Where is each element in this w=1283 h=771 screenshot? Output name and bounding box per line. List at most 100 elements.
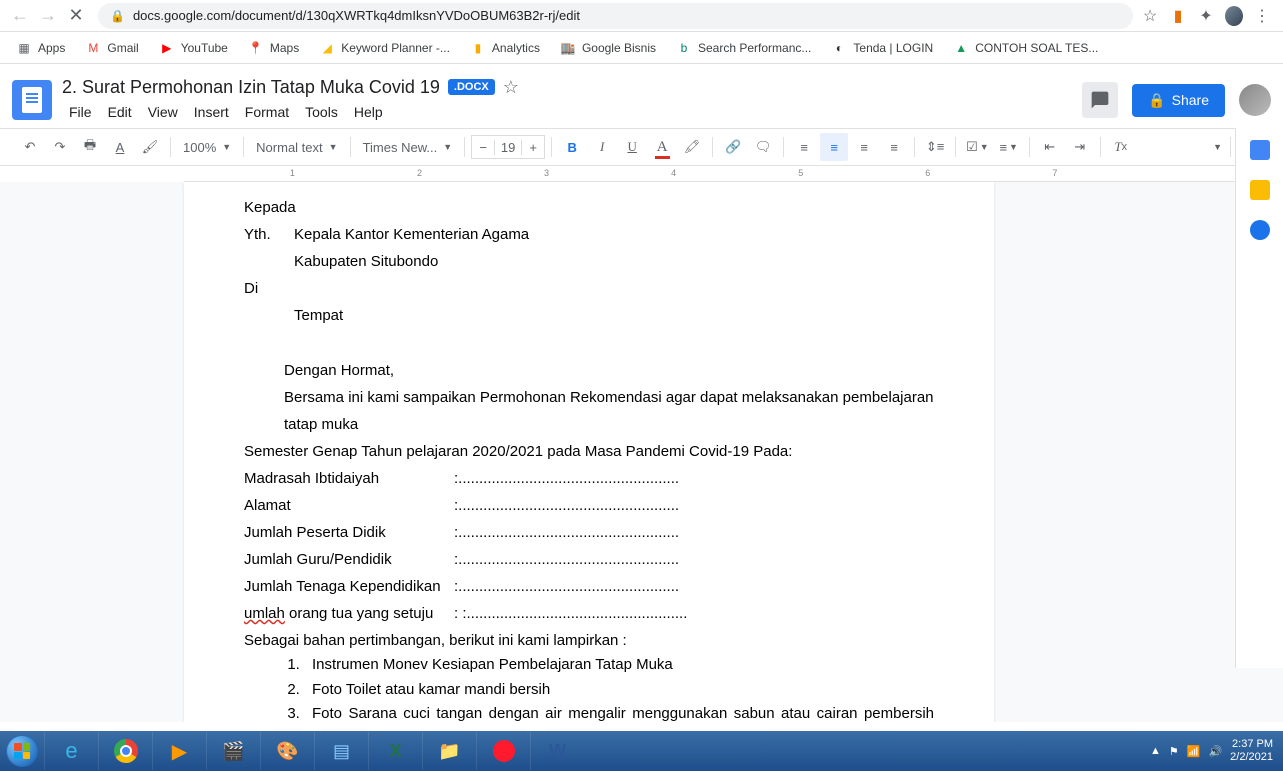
forward-button[interactable]: → bbox=[34, 2, 62, 30]
undo-button[interactable]: ↶ bbox=[16, 133, 44, 161]
start-button[interactable] bbox=[0, 731, 44, 771]
italic-button[interactable]: I bbox=[588, 133, 616, 161]
tray-up-icon[interactable]: ▲ bbox=[1150, 745, 1161, 757]
bullet-list-button[interactable]: ≡▼ bbox=[995, 133, 1023, 161]
clear-format-button[interactable]: Tx bbox=[1107, 133, 1135, 161]
task-word[interactable]: W bbox=[530, 732, 584, 770]
formatting-toolbar: ↶ ↷ 🖶 A 🖌 100%▼ Normal text▼ Times New..… bbox=[0, 128, 1283, 166]
style-select[interactable]: Normal text▼ bbox=[250, 133, 343, 161]
task-wmp[interactable]: ▶ bbox=[152, 732, 206, 770]
doc-line: Kabupaten Situbondo bbox=[294, 248, 934, 275]
task-stack[interactable]: ▤ bbox=[314, 732, 368, 770]
attachment-list: Instrumen Monev Kesiapan Pembelajaran Ta… bbox=[304, 654, 934, 722]
star-icon[interactable]: ☆ bbox=[1141, 7, 1159, 25]
menu-help[interactable]: Help bbox=[347, 100, 390, 124]
insert-link-button[interactable]: 🔗 bbox=[719, 133, 747, 161]
doc-line: Di bbox=[244, 275, 934, 302]
decrease-indent-button[interactable]: ⇤ bbox=[1036, 133, 1064, 161]
bookmark-analytics[interactable]: ▮Analytics bbox=[462, 36, 548, 60]
list-item: Foto Toilet atau kamar mandi bersih bbox=[304, 679, 934, 702]
menu-insert[interactable]: Insert bbox=[187, 100, 236, 124]
share-button[interactable]: 🔒Share bbox=[1132, 84, 1225, 117]
document-page[interactable]: Kepada Yth. Kepala Kantor Kementerian Ag… bbox=[184, 182, 994, 722]
menu-file[interactable]: File bbox=[62, 100, 99, 124]
volume-icon[interactable]: 🔊 bbox=[1208, 745, 1222, 758]
align-right-button[interactable]: ≡ bbox=[850, 133, 878, 161]
task-ie[interactable]: e bbox=[44, 732, 98, 770]
task-explorer[interactable]: 📁 bbox=[422, 732, 476, 770]
paint-format-button[interactable]: 🖌 bbox=[136, 133, 164, 161]
bookmark-gmail[interactable]: MGmail bbox=[77, 36, 146, 60]
menu-edit[interactable]: Edit bbox=[101, 100, 139, 124]
lock-icon: 🔒 bbox=[1148, 92, 1165, 109]
task-excel[interactable]: X bbox=[368, 732, 422, 770]
star-button[interactable]: ☆ bbox=[503, 77, 519, 98]
document-title[interactable]: 2. Surat Permohonan Izin Tatap Muka Covi… bbox=[62, 77, 440, 98]
task-chrome[interactable] bbox=[98, 732, 152, 770]
insert-comment-button[interactable]: 🗨 bbox=[749, 133, 777, 161]
increase-font-button[interactable]: + bbox=[522, 140, 544, 155]
bookmark-search[interactable]: bSearch Performanc... bbox=[668, 36, 819, 60]
bookmark-youtube[interactable]: ▶YouTube bbox=[151, 36, 236, 60]
spellcheck-button[interactable]: A bbox=[106, 133, 134, 161]
ads-icon: ◢ bbox=[319, 40, 335, 56]
align-center-button[interactable]: ≡ bbox=[820, 133, 848, 161]
apps-shortcut[interactable]: ▦Apps bbox=[8, 36, 73, 60]
redo-button[interactable]: ↷ bbox=[46, 133, 74, 161]
menu-tools[interactable]: Tools bbox=[298, 100, 345, 124]
line-spacing-button[interactable]: ⇕≡ bbox=[921, 133, 949, 161]
youtube-icon: ▶ bbox=[159, 40, 175, 56]
extension-icon-1[interactable]: ▮ bbox=[1169, 7, 1187, 25]
document-canvas[interactable]: Kepada Yth. Kepala Kantor Kementerian Ag… bbox=[0, 182, 1283, 722]
bookmark-contoh[interactable]: ▲CONTOH SOAL TES... bbox=[945, 36, 1106, 60]
menu-format[interactable]: Format bbox=[238, 100, 296, 124]
decrease-font-button[interactable]: − bbox=[472, 140, 494, 155]
increase-indent-button[interactable]: ⇥ bbox=[1066, 133, 1094, 161]
underline-button[interactable]: U bbox=[618, 133, 646, 161]
bookmark-bisnis[interactable]: 🏬Google Bisnis bbox=[552, 36, 664, 60]
text-color-button[interactable]: A bbox=[648, 133, 676, 161]
analytics-icon: ▮ bbox=[470, 40, 486, 56]
account-avatar[interactable] bbox=[1239, 84, 1271, 116]
font-size-value[interactable]: 19 bbox=[494, 140, 522, 155]
task-movie[interactable]: 🎬 bbox=[206, 732, 260, 770]
tasks-icon[interactable] bbox=[1250, 220, 1270, 240]
menu-bar: File Edit View Insert Format Tools Help bbox=[62, 100, 1082, 124]
drive-icon: ▲ bbox=[953, 40, 969, 56]
comments-button[interactable] bbox=[1082, 82, 1118, 118]
extensions-icon[interactable]: ✦ bbox=[1197, 7, 1215, 25]
highlight-button[interactable]: 🖍 bbox=[678, 133, 706, 161]
back-button[interactable]: ← bbox=[6, 2, 34, 30]
font-select[interactable]: Times New...▼ bbox=[357, 133, 459, 161]
toolbar-more-icon[interactable]: ▼ bbox=[1213, 142, 1222, 152]
doc-line: Yth. Kepala Kantor Kementerian Agama bbox=[244, 221, 934, 248]
address-bar[interactable]: 🔒 docs.google.com/document/d/130qXWRTkq4… bbox=[98, 3, 1133, 29]
align-justify-button[interactable]: ≡ bbox=[880, 133, 908, 161]
menu-view[interactable]: View bbox=[141, 100, 185, 124]
field-row: Jumlah Peserta Didik:...................… bbox=[244, 519, 934, 546]
bookmark-keyword[interactable]: ◢Keyword Planner -... bbox=[311, 36, 458, 60]
windows-taskbar: e ▶ 🎬 🎨 ▤ X 📁 W ▲ ⚑ 📶 🔊 2:37 PM 2/2/2021 bbox=[0, 731, 1283, 771]
clock[interactable]: 2:37 PM 2/2/2021 bbox=[1230, 738, 1273, 764]
font-size-control: − 19 + bbox=[471, 135, 545, 159]
task-opera[interactable] bbox=[476, 732, 530, 770]
align-left-button[interactable]: ≡ bbox=[790, 133, 818, 161]
checklist-button[interactable]: ☑▼ bbox=[962, 133, 993, 161]
bookmark-maps[interactable]: 📍Maps bbox=[240, 36, 307, 60]
task-paint[interactable]: 🎨 bbox=[260, 732, 314, 770]
keep-icon[interactable] bbox=[1250, 180, 1270, 200]
docs-logo[interactable] bbox=[12, 80, 52, 120]
stop-button[interactable]: ✕ bbox=[62, 2, 90, 30]
flag-icon[interactable]: ⚑ bbox=[1169, 745, 1179, 758]
zoom-select[interactable]: 100%▼ bbox=[177, 133, 237, 161]
network-icon[interactable]: 📶 bbox=[1187, 745, 1201, 758]
print-button[interactable]: 🖶 bbox=[76, 133, 104, 161]
calendar-icon[interactable] bbox=[1250, 140, 1270, 160]
field-row: umlah orang tua yang setuju: :..........… bbox=[244, 600, 934, 627]
comment-icon bbox=[1090, 90, 1110, 110]
profile-avatar[interactable] bbox=[1225, 7, 1243, 25]
bold-button[interactable]: B bbox=[558, 133, 586, 161]
horizontal-ruler[interactable]: 1 2 3 4 5 6 7 bbox=[184, 166, 1243, 182]
chrome-menu-icon[interactable]: ⋮ bbox=[1253, 7, 1271, 25]
bookmark-tenda[interactable]: ◐Tenda | LOGIN bbox=[823, 36, 941, 60]
